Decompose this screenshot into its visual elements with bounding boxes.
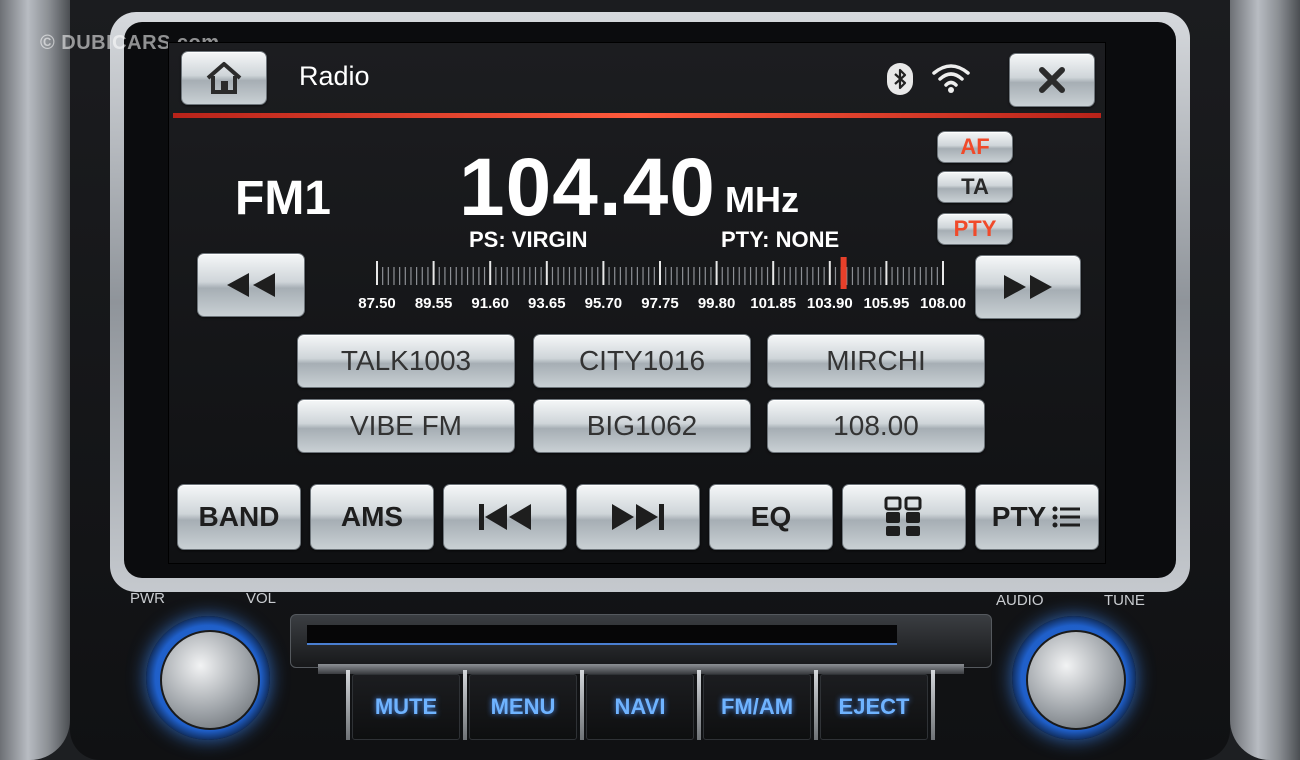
pty-toggle[interactable]: PTY xyxy=(937,213,1013,245)
scale-label: 103.90 xyxy=(806,295,853,312)
scale-label: 87.50 xyxy=(358,295,396,312)
pwr-label: PWR xyxy=(130,590,165,607)
pty-list-button[interactable]: PTY xyxy=(975,484,1099,550)
separator xyxy=(931,670,935,740)
scale-label: 93.65 xyxy=(528,295,566,312)
right-trim xyxy=(1230,0,1300,760)
scale-label: 97.75 xyxy=(641,295,679,312)
scale-label: 101.85 xyxy=(750,295,797,312)
top-bar: Radio xyxy=(169,43,1105,115)
scale-label: 91.60 xyxy=(471,295,509,312)
seek-back-button[interactable] xyxy=(197,253,305,317)
preset-grid-icon xyxy=(884,496,922,536)
left-trim xyxy=(0,0,70,760)
bluetooth-icon xyxy=(887,63,913,95)
cd-slot[interactable] xyxy=(290,614,992,668)
ps-name: PS: VIRGIN xyxy=(469,227,588,252)
separator xyxy=(463,670,467,740)
navi-button[interactable]: NAVI xyxy=(586,674,694,740)
frequency-scale[interactable] xyxy=(365,253,955,293)
tune-knob-cap xyxy=(1026,630,1126,730)
close-icon xyxy=(1039,67,1065,93)
preset-grid-button[interactable] xyxy=(842,484,966,550)
scale-label: 95.70 xyxy=(584,295,623,312)
menu-button[interactable]: MENU xyxy=(469,674,577,740)
frequency-display: 104.40 xyxy=(459,142,716,233)
separator xyxy=(814,670,818,740)
close-button[interactable] xyxy=(1009,53,1095,107)
next-track-button[interactable] xyxy=(576,484,700,550)
home-button[interactable] xyxy=(181,51,267,105)
button-strip-trim xyxy=(318,664,964,674)
af-toggle[interactable]: AF xyxy=(937,131,1013,163)
tune-knob[interactable] xyxy=(1012,616,1136,740)
preset-button-5[interactable]: BIG1062 xyxy=(533,399,751,453)
seek-forward-button[interactable] xyxy=(975,255,1081,319)
scale-label: 99.80 xyxy=(697,295,736,312)
audio-label: AUDIO xyxy=(996,592,1044,609)
preset-button-6[interactable]: 108.00 xyxy=(767,399,985,453)
ta-toggle[interactable]: TA xyxy=(937,171,1013,203)
skip-previous-icon xyxy=(479,504,531,530)
preset-button-1[interactable]: TALK1003 xyxy=(297,334,515,388)
frequency-unit: MHz xyxy=(725,179,799,220)
cd-slot-opening xyxy=(307,625,897,645)
frequency-scale-labels: 87.50 89.55 91.60 93.65 95.70 97.75 99.80 101.8… xyxy=(358,295,966,315)
tuning-needle[interactable] xyxy=(840,257,847,289)
band-label: FM1 xyxy=(235,172,331,225)
preset-button-4[interactable]: VIBE FM xyxy=(297,399,515,453)
ams-button[interactable]: AMS xyxy=(310,484,434,550)
scale-label: 108.00 xyxy=(920,295,966,312)
vol-label: VOL xyxy=(246,590,277,607)
radio-screen: Radio FM1 104.40 MHz PS: VIRGIN PTY: NON… xyxy=(168,42,1106,564)
previous-track-button[interactable] xyxy=(443,484,567,550)
rewind-icon xyxy=(227,273,275,297)
screen-title: Radio xyxy=(299,61,370,91)
skip-next-icon xyxy=(612,504,664,530)
scale-label: 105.95 xyxy=(863,295,910,312)
separator xyxy=(697,670,701,740)
separator xyxy=(580,670,584,740)
volume-knob[interactable] xyxy=(146,616,270,740)
preset-button-3[interactable]: MIRCHI xyxy=(767,334,985,388)
fm-am-button[interactable]: FM/AM xyxy=(703,674,811,740)
scale-label: 89.55 xyxy=(414,295,453,312)
tune-label: TUNE xyxy=(1104,592,1145,609)
pty-status: PTY: NONE xyxy=(721,227,840,252)
volume-knob-cap xyxy=(160,630,260,730)
home-icon xyxy=(206,62,242,94)
wifi-icon xyxy=(932,64,970,93)
mute-button[interactable]: MUTE xyxy=(352,674,460,740)
list-icon xyxy=(1052,506,1081,528)
eq-button[interactable]: EQ xyxy=(709,484,833,550)
header-divider xyxy=(173,113,1101,118)
eject-button[interactable]: EJECT xyxy=(820,674,928,740)
preset-button-2[interactable]: CITY1016 xyxy=(533,334,751,388)
separator xyxy=(346,670,350,740)
fast-forward-icon xyxy=(1004,275,1052,299)
pty-list-label: PTY xyxy=(991,501,1047,532)
band-button[interactable]: BAND xyxy=(177,484,301,550)
